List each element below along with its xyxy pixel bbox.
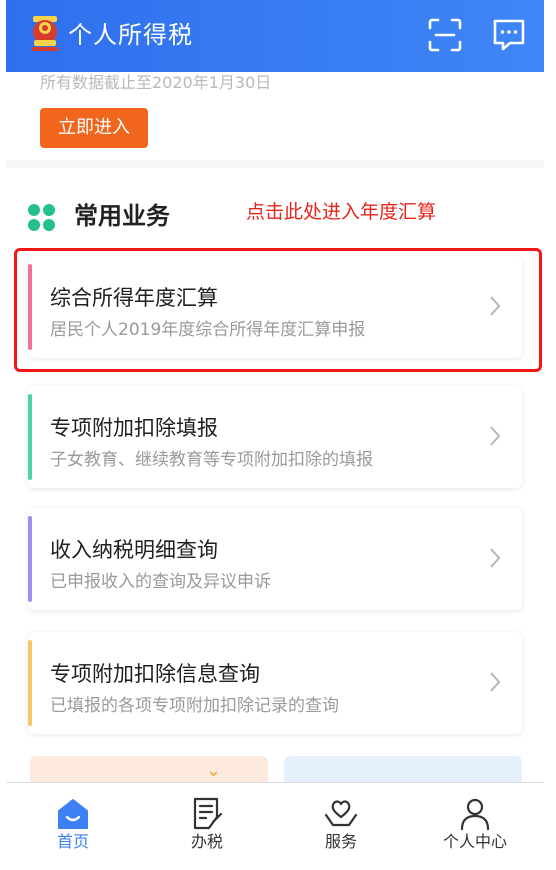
app-screen: 个人所得税 所有数据截止至2020年1月30日 立即进入 常用业务 点击此处进入… [6, 0, 544, 862]
tab-label: 服务 [324, 832, 357, 851]
tab-personal-center[interactable]: 个人中心 [408, 783, 542, 862]
document-icon [193, 797, 223, 830]
section-title: 常用业务 [74, 202, 170, 230]
four-dots-icon [28, 204, 56, 232]
card-description: 子女教育、继续教育等专项附加扣除的填报 [50, 450, 373, 470]
tab-label: 个人中心 [442, 832, 507, 851]
data-deadline-text: 所有数据截止至2020年1月30日 [40, 73, 272, 92]
enter-now-button[interactable]: 立即进入 [40, 108, 148, 148]
card-title: 专项附加扣除信息查询 [50, 662, 260, 686]
tab-label: 首页 [56, 832, 89, 851]
app-title: 个人所得税 [68, 21, 193, 49]
tab-services[interactable]: 服务 [274, 783, 408, 862]
annotation-hint: 点击此处进入年度汇算 [246, 201, 437, 223]
app-header: 个人所得税 [6, 0, 544, 72]
service-card-income-tax-detail[interactable]: 收入纳税明细查询 已申报收入的查询及异议申诉 [28, 508, 522, 610]
card-description: 已填报的各项专项附加扣除记录的查询 [50, 696, 339, 716]
card-accent-bar [28, 394, 32, 480]
chevron-right-icon [490, 548, 501, 568]
card-accent-bar [28, 640, 32, 726]
tab-tax-handling[interactable]: 办税 [140, 783, 274, 862]
message-icon[interactable] [490, 16, 528, 54]
tax-emblem-icon [32, 16, 58, 51]
chevron-right-icon [490, 672, 501, 692]
notice-panel: 所有数据截止至2020年1月30日 立即进入 [6, 72, 544, 160]
chevron-right-icon [490, 426, 501, 446]
card-accent-bar [28, 516, 32, 602]
red-highlight-box [14, 248, 542, 372]
card-title: 专项附加扣除填报 [50, 416, 218, 440]
bottom-tab-bar: 首页 办税 服务 个人中心 [6, 782, 544, 862]
heart-hands-icon [324, 800, 358, 827]
person-icon [460, 798, 490, 831]
home-icon [58, 799, 88, 829]
card-description: 已申报收入的查询及异议申诉 [50, 572, 271, 592]
scan-icon[interactable] [426, 16, 464, 54]
service-card-deduction-info-query[interactable]: 专项附加扣除信息查询 已填报的各项专项附加扣除记录的查询 [28, 632, 522, 734]
tab-label: 办税 [190, 832, 223, 851]
card-title: 收入纳税明细查询 [50, 538, 218, 562]
service-card-special-deduction-filing[interactable]: 专项附加扣除填报 子女教育、继续教育等专项附加扣除的填报 [28, 386, 522, 488]
tab-home[interactable]: 首页 [6, 783, 140, 862]
sparkle-icon: ⌄ [206, 760, 222, 781]
